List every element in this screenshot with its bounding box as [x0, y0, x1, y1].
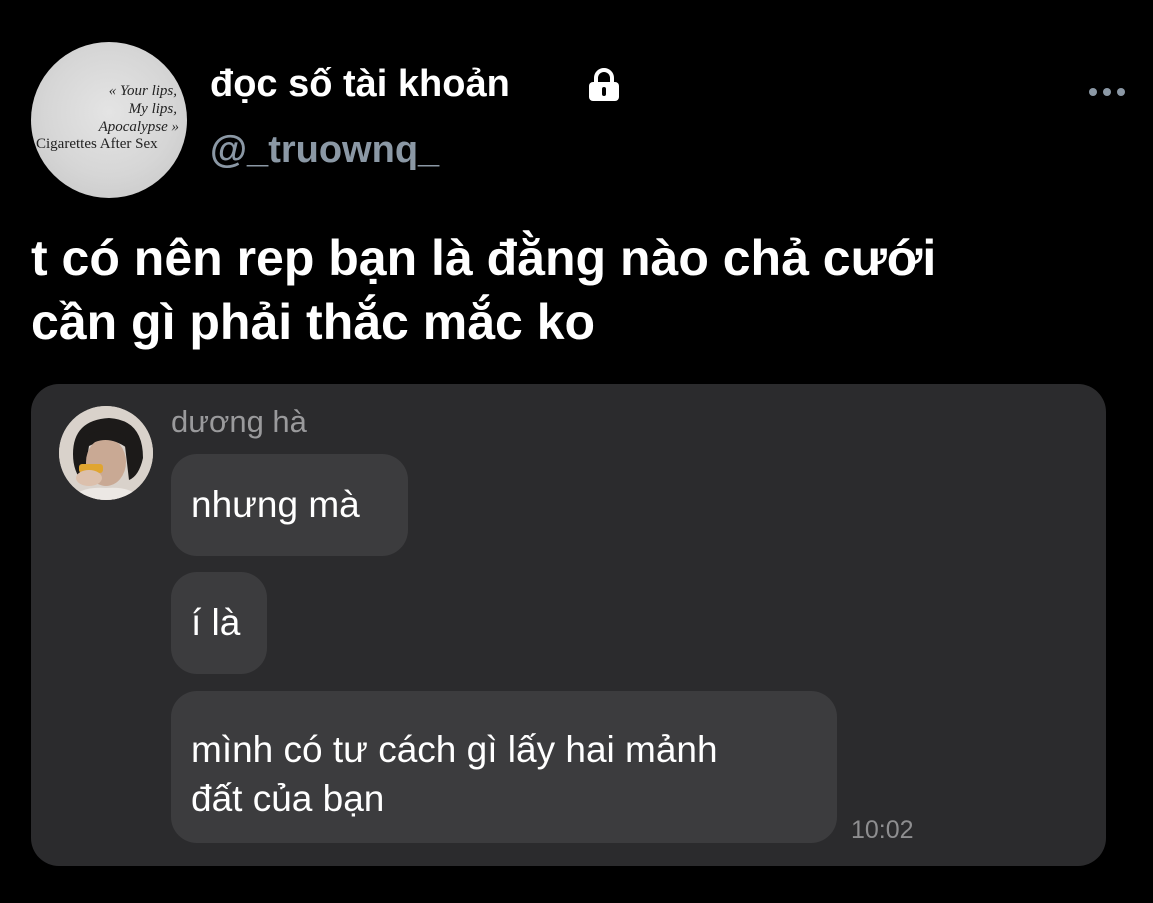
tweet-text-line: t có nên rep bạn là đằng nào chả cưới — [31, 230, 937, 286]
more-options-icon[interactable] — [1086, 80, 1128, 104]
message-line: mình có tư cách gì lấy hai mảnh — [191, 729, 718, 770]
avatar-quote-line: My lips, — [128, 101, 177, 117]
lock-icon — [589, 68, 619, 101]
display-name[interactable]: đọc số tài khoản — [210, 60, 510, 108]
message-timestamp: 10:02 — [851, 816, 914, 844]
attached-screenshot[interactable]: dương hà nhưng mà í là mình có tư cách g… — [31, 384, 1106, 866]
avatar-quote-line: « Your lips, — [108, 83, 177, 99]
message-line: đất của bạn — [191, 778, 385, 819]
message-bubble: mình có tư cách gì lấy hai mảnh đất của … — [171, 691, 837, 843]
sender-avatar — [59, 406, 153, 500]
message-bubble: nhưng mà — [171, 454, 408, 556]
sender-name: dương hà — [171, 404, 307, 439]
user-handle[interactable]: @_truownq_ — [210, 126, 439, 174]
avatar-quote-line: Apocalypse » — [98, 119, 179, 135]
message-bubble: í là — [171, 572, 267, 674]
profile-avatar[interactable]: « Your lips, My lips, Apocalypse » Cigar… — [31, 42, 187, 198]
tweet-text: t có nên rep bạn là đằng nào chả cưới cầ… — [31, 226, 1141, 354]
avatar-band-name: Cigarettes After Sex — [36, 136, 158, 152]
tweet-text-line: cần gì phải thắc mắc ko — [31, 294, 596, 350]
